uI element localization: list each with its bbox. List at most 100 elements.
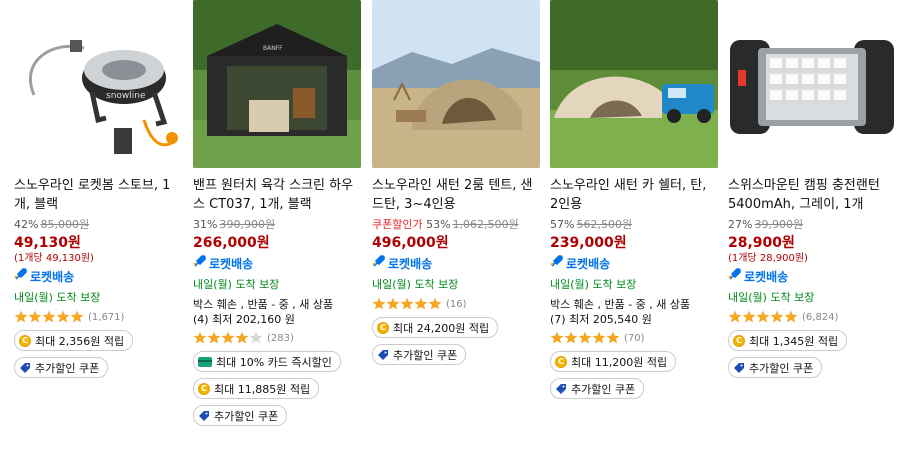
- reward-chip[interactable]: C 최대 2,356원 적립: [14, 330, 134, 351]
- sale-price: 49,130원: [14, 235, 81, 251]
- other-sellers-condition[interactable]: 박스 훼손 , 반품 - 중 , 새 상품: [193, 297, 361, 312]
- product-image-car-shelter[interactable]: [550, 0, 718, 168]
- product-card[interactable]: 스노우라인 새턴 카 쉘터, 탄, 2인용 57% 562,500원 239,00…: [550, 0, 718, 399]
- arrival-guarantee: 내일(월) 도착 보장: [193, 278, 280, 291]
- star-icon: [386, 297, 400, 309]
- star-icon: [742, 310, 756, 322]
- rocket-icon: [728, 267, 744, 286]
- star-icon: [550, 331, 564, 343]
- review-count: (6,824): [802, 311, 839, 323]
- rocket-delivery-badge: 로켓배송: [550, 254, 718, 273]
- discount-rate: 27%: [728, 218, 753, 231]
- price-original-row: 31% 390,900원: [193, 217, 361, 232]
- star-icon: [56, 310, 70, 322]
- discount-rate: 42%: [14, 218, 39, 231]
- other-sellers-lowest[interactable]: (4) 최저 202,160 원: [193, 312, 361, 327]
- product-image-screen-house[interactable]: BANFF: [193, 0, 361, 168]
- original-price: 85,000원: [40, 218, 90, 231]
- other-sellers-lowest[interactable]: (7) 최저 205,540 원: [550, 312, 718, 327]
- coupon-tag-icon: [733, 362, 745, 374]
- reward-chip[interactable]: C 최대 24,200원 적립: [372, 317, 499, 338]
- price-original-row: 27% 39,900원: [728, 217, 896, 232]
- arrival-guarantee: 내일(월) 도착 보장: [372, 278, 459, 291]
- star-icon: [193, 331, 207, 343]
- arrival-guarantee: 내일(월) 도착 보장: [728, 291, 815, 304]
- coupon-tag-icon: [377, 349, 389, 361]
- rocket-delivery-badge: 로켓배송: [728, 267, 896, 286]
- sale-price: 239,000원: [550, 235, 627, 251]
- product-card[interactable]: BANFF 밴프 원터치 육각 스크린 하우스 CT037, 1개, 블랙 31…: [193, 0, 361, 426]
- review-count: (70): [624, 332, 645, 344]
- star-icon: [235, 331, 249, 343]
- review-count: (1,671): [88, 311, 125, 323]
- svg-text:BANFF: BANFF: [263, 45, 283, 52]
- product-title[interactable]: 스노우라인 새턴 2룸 텐트, 샌드탄, 3~4인용: [372, 176, 540, 214]
- coupon-chip[interactable]: 추가할인 쿠폰: [14, 357, 109, 378]
- rocket-icon: [372, 254, 388, 273]
- reward-chip[interactable]: C 최대 11,200원 적립: [550, 351, 677, 372]
- coupon-tag-icon: [19, 362, 31, 374]
- coin-icon: C: [19, 334, 31, 347]
- arrival-guarantee: 내일(월) 도착 보장: [550, 278, 637, 291]
- star-icon: [578, 331, 592, 343]
- star-icon: [770, 310, 784, 322]
- product-image-lantern[interactable]: [728, 0, 896, 168]
- sale-price: 28,900원: [728, 235, 795, 251]
- star-icon: [28, 310, 42, 322]
- rocket-icon: [550, 254, 566, 273]
- star-icon: [221, 331, 235, 343]
- star-icon: [372, 297, 386, 309]
- rating-stars: (70): [550, 331, 718, 345]
- reward-chip[interactable]: C 최대 11,885원 적립: [193, 378, 320, 399]
- rocket-icon: [193, 254, 209, 273]
- unit-price: (1개당 28,900원): [728, 253, 808, 264]
- coin-icon: C: [555, 355, 567, 368]
- svg-text:snowline: snowline: [106, 91, 146, 101]
- original-price: 1,062,500원: [452, 218, 519, 231]
- star-icon: [42, 310, 56, 322]
- product-title[interactable]: 스노우라인 로켓봄 스토브, 1개, 블랙: [14, 176, 182, 214]
- price-original-row: 쿠폰할인가 53% 1,062,500원: [372, 217, 540, 232]
- coupon-chip[interactable]: 추가할인 쿠폰: [193, 405, 288, 426]
- star-icon: [564, 331, 578, 343]
- other-sellers-condition[interactable]: 박스 훼손 , 반품 - 중 , 새 상품: [550, 297, 718, 312]
- coin-icon: C: [733, 334, 745, 347]
- coupon-chip[interactable]: 추가할인 쿠폰: [728, 357, 823, 378]
- star-icon: [14, 310, 28, 322]
- sale-price: 266,000원: [193, 235, 270, 251]
- rocket-delivery-badge: 로켓배송: [372, 254, 540, 273]
- card-discount-chip[interactable]: 최대 10% 카드 즉시할인: [193, 351, 341, 372]
- arrival-guarantee: 내일(월) 도착 보장: [14, 291, 101, 304]
- discount-rate: 31%: [193, 218, 218, 231]
- rating-stars: (6,824): [728, 310, 896, 324]
- review-count: (16): [446, 298, 467, 310]
- coupon-chip[interactable]: 추가할인 쿠폰: [550, 378, 645, 399]
- discount-rate: 57%: [550, 218, 575, 231]
- star-icon: [784, 310, 798, 322]
- original-price: 390,900원: [219, 218, 276, 231]
- coupon-chip[interactable]: 추가할인 쿠폰: [372, 344, 467, 365]
- star-icon: [592, 331, 606, 343]
- discount-rate: 53%: [426, 218, 451, 231]
- product-image-stove[interactable]: snowline: [14, 0, 182, 168]
- card-icon: [198, 356, 212, 367]
- star-icon: [249, 331, 263, 343]
- reward-chip[interactable]: C 최대 1,345원 적립: [728, 330, 848, 351]
- star-icon: [70, 310, 84, 322]
- star-icon: [606, 331, 620, 343]
- star-icon: [428, 297, 442, 309]
- product-card[interactable]: 스노우라인 새턴 2룸 텐트, 샌드탄, 3~4인용 쿠폰할인가 53% 1,06…: [372, 0, 540, 365]
- price-original-row: 57% 562,500원: [550, 217, 718, 232]
- product-title[interactable]: 스위스마운틴 캠핑 충전랜턴 5400mAh, 그레이, 1개: [728, 176, 896, 214]
- star-icon: [728, 310, 742, 322]
- product-card[interactable]: 스위스마운틴 캠핑 충전랜턴 5400mAh, 그레이, 1개 27% 39,90…: [728, 0, 896, 378]
- price-original-row: 42% 85,000원: [14, 217, 182, 232]
- coupon-tag-icon: [198, 410, 210, 422]
- product-title[interactable]: 스노우라인 새턴 카 쉘터, 탄, 2인용: [550, 176, 718, 214]
- rating-stars: (1,671): [14, 310, 182, 324]
- product-image-tent[interactable]: [372, 0, 540, 168]
- review-count: (283): [267, 332, 294, 344]
- product-card[interactable]: snowline 스노우라인 로켓봄 스토브, 1개, 블랙 42% 85,000…: [14, 0, 182, 378]
- product-title[interactable]: 밴프 원터치 육각 스크린 하우스 CT037, 1개, 블랙: [193, 176, 361, 214]
- unit-price: (1개당 49,130원): [14, 253, 94, 264]
